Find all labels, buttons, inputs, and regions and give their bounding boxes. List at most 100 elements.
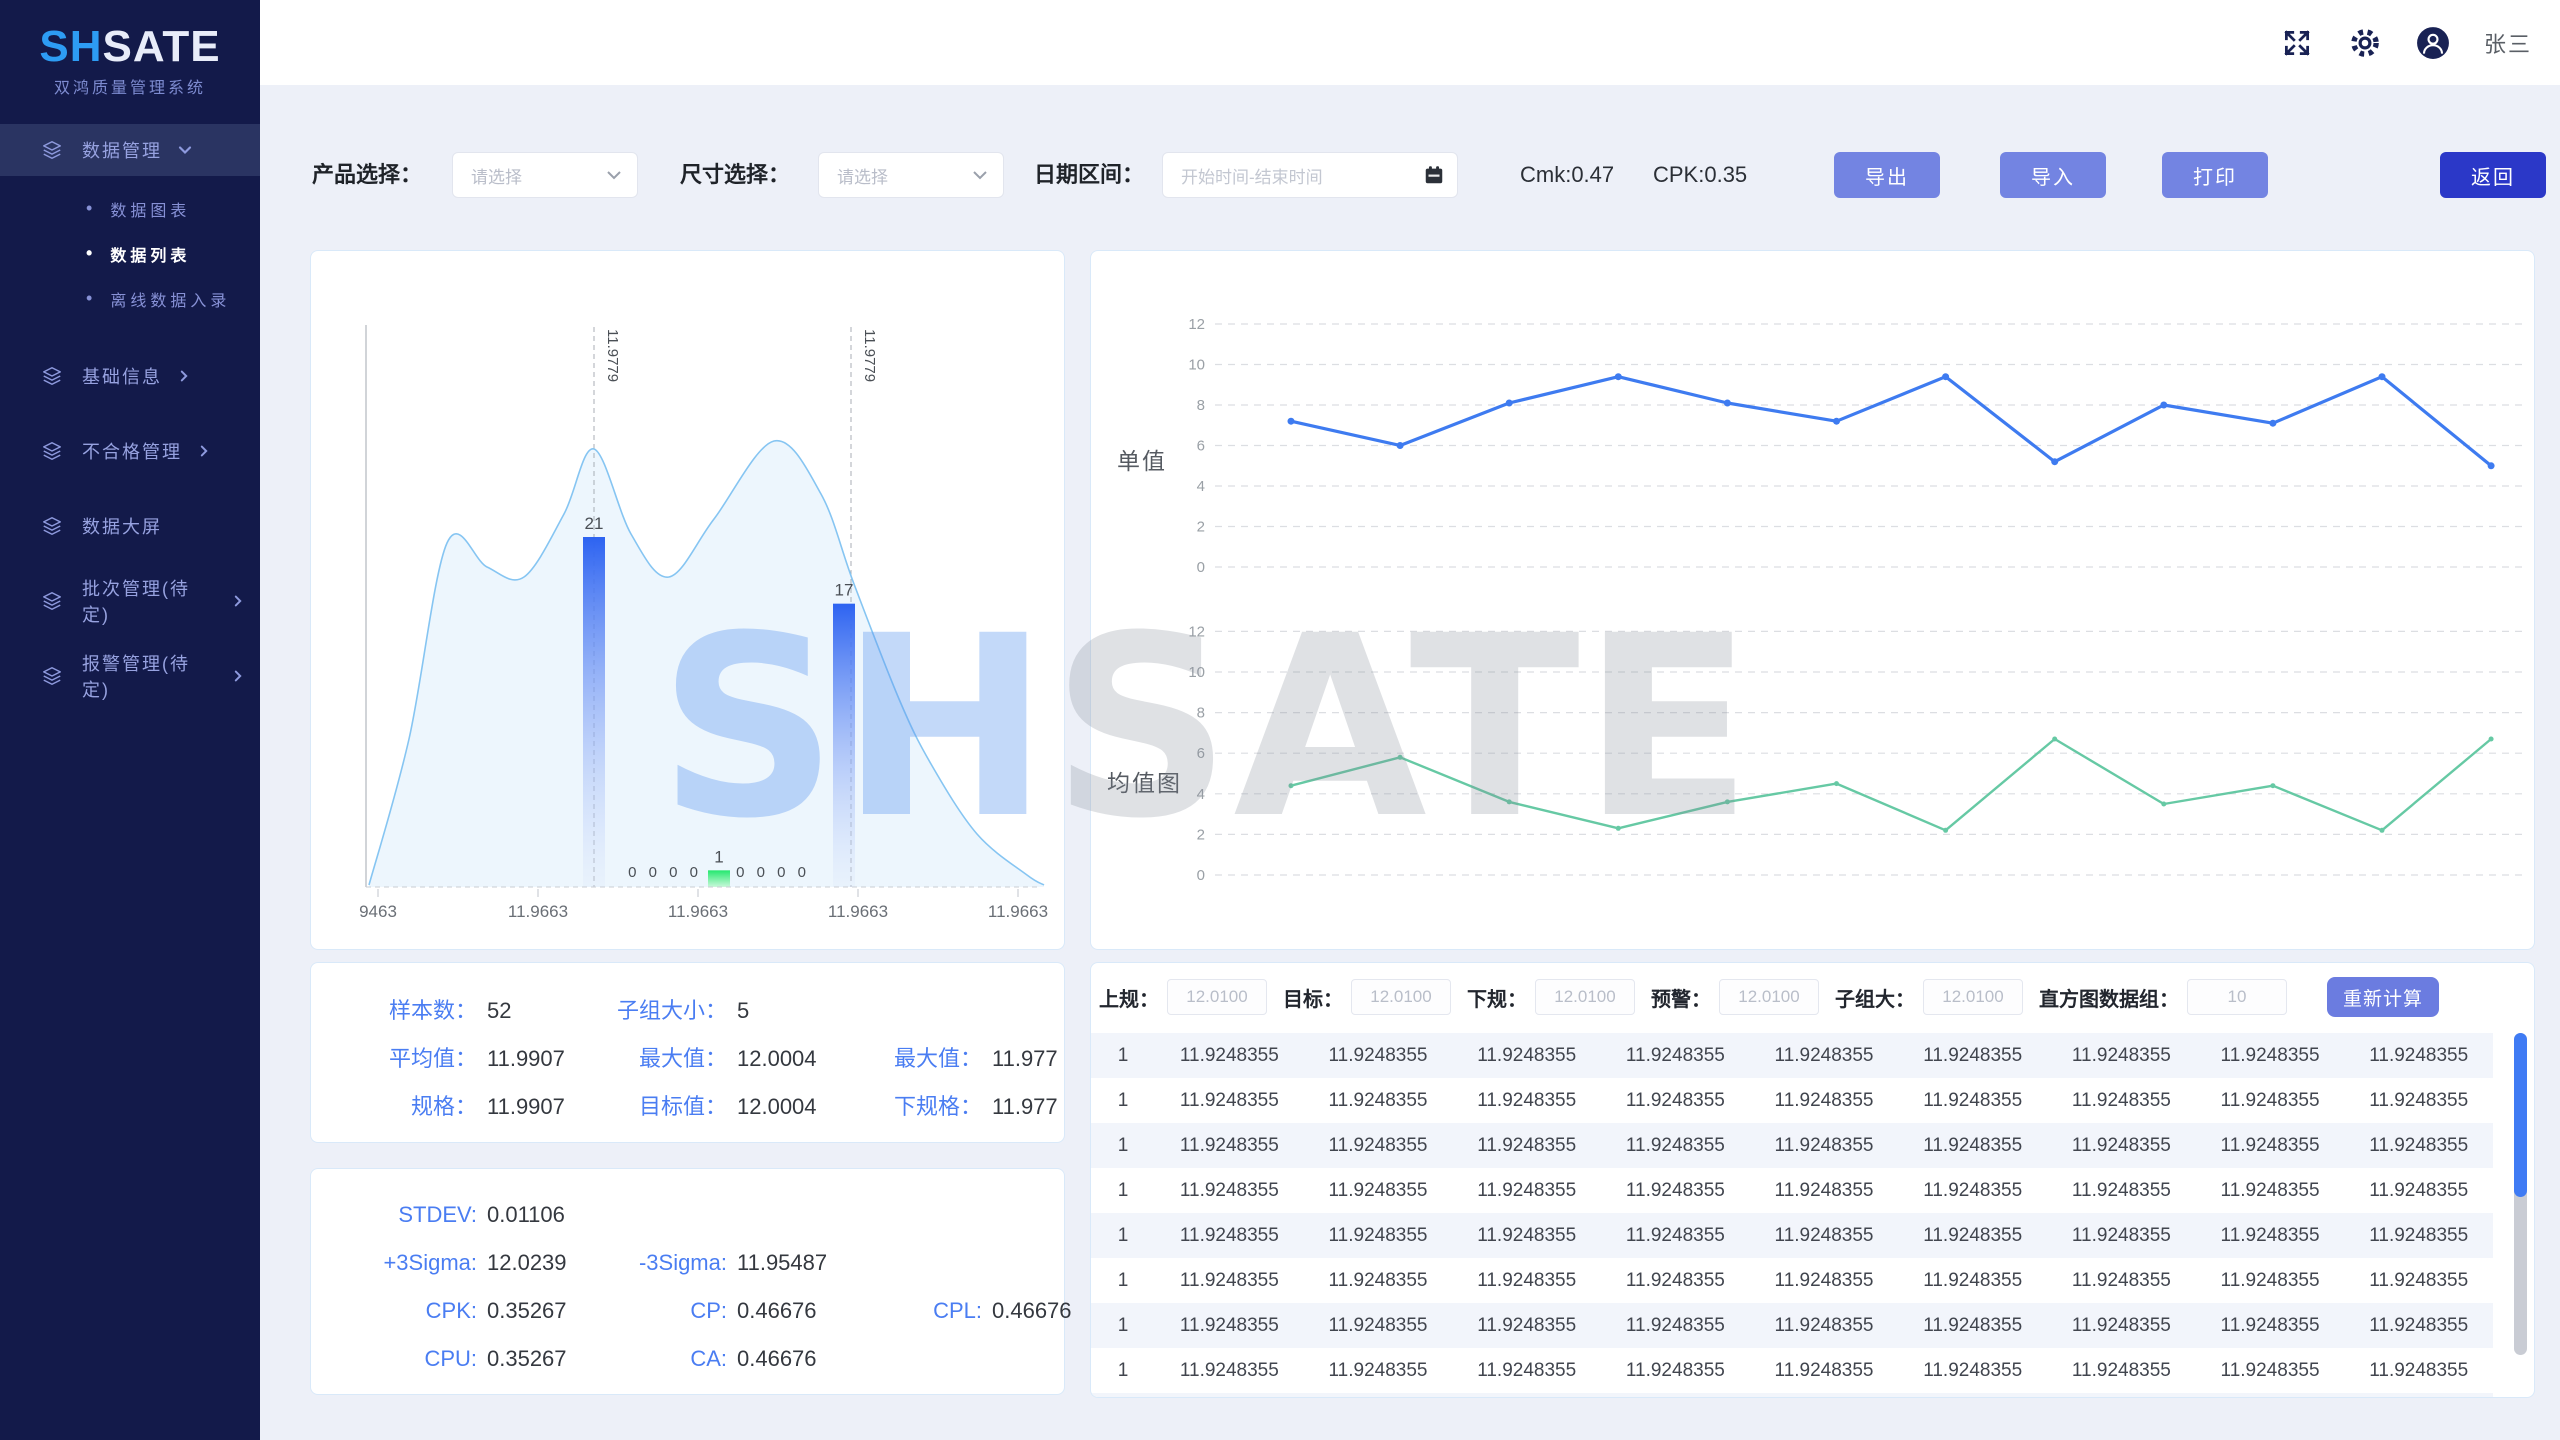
import-button[interactable]: 导入	[2000, 152, 2106, 198]
cmk-value: Cmk:0.47	[1520, 152, 1614, 198]
value-cell: 11.9248355	[2344, 1180, 2493, 1202]
value-cell: 11.9248355	[1452, 1090, 1601, 1112]
value-cell: 11.9248355	[1304, 1360, 1453, 1382]
sidebar-item-label: 不合格管理	[82, 438, 182, 464]
value-cell: 11.9248355	[2196, 1180, 2345, 1202]
value-cell: 11.9248355	[1452, 1180, 1601, 1202]
size-select-placeholder: 请选择	[837, 163, 888, 188]
value-cell: 11.9248355	[1898, 1045, 2047, 1067]
spec-field-input-2[interactable]	[1535, 979, 1635, 1015]
export-button[interactable]: 导出	[1834, 152, 1940, 198]
avatar[interactable]	[2416, 26, 2450, 60]
value-cell: 11.9248355	[2047, 1090, 2196, 1112]
stats-summary-cell: 样本数：52	[345, 993, 595, 1025]
sidebar-subitem-1[interactable]: •数据列表	[0, 231, 260, 276]
value-cell: 11.9248355	[1452, 1225, 1601, 1247]
value-cell: 11.9248355	[2196, 1360, 2345, 1382]
app-root: SHSATE 双鸿质量管理系统 数据管理•数据图表•数据列表•离线数据入录基础信…	[0, 0, 2560, 1440]
capability-cell: CP:0.46676	[595, 1298, 850, 1324]
table-row[interactable]: 111.924835511.924835511.924835511.924835…	[1091, 1258, 2493, 1303]
control-charts-panel: 121086420单值121086420均值图	[1090, 250, 2535, 950]
table-row[interactable]: 111.924835511.924835511.924835511.924835…	[1091, 1348, 2493, 1393]
table-scrollbar-track[interactable]	[2514, 1033, 2527, 1355]
sidebar-item-0[interactable]: 数据管理	[0, 124, 260, 176]
value-cell: 11.9248355	[1452, 1135, 1601, 1157]
spec-field-input-1[interactable]	[1351, 979, 1451, 1015]
svg-text:21: 21	[585, 514, 604, 533]
value-cell: 11.9248355	[2196, 1225, 2345, 1247]
table-row[interactable]: 111.924835511.924835511.924835511.924835…	[1091, 1213, 2493, 1258]
stats-summary-cell: 平均值：11.9907	[345, 1041, 595, 1073]
sidebar-item-5[interactable]: 报警管理(待定)	[0, 650, 260, 702]
row-index-cell: 1	[1091, 1045, 1155, 1067]
spec-field-input-4[interactable]	[1923, 979, 2023, 1015]
value-cell: 11.9248355	[1898, 1135, 2047, 1157]
value-cell: 11.9248355	[1601, 1315, 1750, 1337]
stat-value: 11.977	[992, 1094, 1058, 1119]
value-cell: 11.9248355	[2047, 1180, 2196, 1202]
date-range-label: 日期区间：	[1034, 152, 1144, 198]
product-select[interactable]: 请选择	[452, 152, 638, 198]
fullscreen-icon[interactable]	[2280, 26, 2314, 60]
spec-field-input-3[interactable]	[1719, 979, 1819, 1015]
sidebar-item-label: 数据管理	[82, 137, 162, 163]
bullet-icon: •	[86, 288, 96, 309]
table-row[interactable]: 111.924835511.924835511.924835511.924835…	[1091, 1393, 2493, 1398]
size-select[interactable]: 请选择	[818, 152, 1004, 198]
spec-table-panel: 上规：目标：下规：预警：子组大：直方图数据组：重新计算 111.92483551…	[1090, 962, 2535, 1398]
svg-text:12: 12	[1188, 623, 1205, 640]
spec-field-input-0[interactable]	[1167, 979, 1267, 1015]
value-cell: 11.9248355	[1750, 1270, 1899, 1292]
value-cell: 11.9248355	[1452, 1045, 1601, 1067]
sidebar: SHSATE 双鸿质量管理系统 数据管理•数据图表•数据列表•离线数据入录基础信…	[0, 0, 260, 1440]
back-button[interactable]: 返回	[2440, 152, 2546, 198]
spec-field-label-2: 下规：	[1467, 983, 1527, 1012]
table-scrollbar-thumb[interactable]	[2514, 1033, 2527, 1197]
date-range-input[interactable]: 开始时间-结束时间	[1162, 152, 1458, 198]
value-cell: 11.9248355	[1898, 1180, 2047, 1202]
layers-icon	[40, 440, 64, 462]
svg-text:12: 12	[1188, 316, 1205, 333]
recalculate-button[interactable]: 重新计算	[2327, 977, 2439, 1017]
sidebar-item-label: 批次管理(待定)	[82, 575, 216, 627]
sidebar-item-label: 数据大屏	[82, 513, 162, 539]
capability-cell: CPL:0.46676	[850, 1298, 1072, 1324]
layers-icon	[40, 515, 64, 537]
value-cell: 11.9248355	[2047, 1135, 2196, 1157]
table-row[interactable]: 111.924835511.924835511.924835511.924835…	[1091, 1078, 2493, 1123]
top-header: 张三	[260, 0, 2560, 85]
capability-row: +3Sigma:12.0239-3Sigma:11.95487	[345, 1239, 1064, 1287]
gear-icon[interactable]	[2348, 26, 2382, 60]
table-row[interactable]: 111.924835511.924835511.924835511.924835…	[1091, 1168, 2493, 1213]
sidebar-subitem-2[interactable]: •离线数据入录	[0, 276, 260, 321]
brand-subtitle: 双鸿质量管理系统	[0, 74, 260, 98]
sidebar-item-4[interactable]: 批次管理(待定)	[0, 575, 260, 627]
sidebar-item-3[interactable]: 数据大屏	[0, 500, 260, 552]
row-index-cell: 1	[1091, 1225, 1155, 1247]
value-cell: 11.9248355	[1601, 1270, 1750, 1292]
stat-label: CPU:	[345, 1346, 477, 1372]
value-cell: 11.9248355	[1601, 1135, 1750, 1157]
row-index-cell: 1	[1091, 1270, 1155, 1292]
sidebar-subitem-0[interactable]: •数据图表	[0, 186, 260, 231]
table-row[interactable]: 111.924835511.924835511.924835511.924835…	[1091, 1033, 2493, 1078]
stat-label: 样本数：	[345, 993, 477, 1025]
chevron-right-icon	[176, 368, 192, 384]
svg-text:0 0 0 0: 0 0 0 0	[736, 864, 810, 881]
table-row[interactable]: 111.924835511.924835511.924835511.924835…	[1091, 1303, 2493, 1348]
stats-summary-cell: 规格：11.9907	[345, 1089, 595, 1121]
value-cell: 11.9248355	[2047, 1270, 2196, 1292]
product-select-label: 产品选择：	[312, 152, 422, 198]
chevron-down-icon	[971, 166, 989, 184]
stats-summary-cell: 最大值：11.977	[850, 1041, 1064, 1073]
spec-field-input-5[interactable]	[2187, 979, 2287, 1015]
size-select-label: 尺寸选择：	[680, 152, 790, 198]
svg-text:11.9779: 11.9779	[604, 329, 621, 382]
value-cell: 11.9248355	[1304, 1270, 1453, 1292]
sidebar-item-1[interactable]: 基础信息	[0, 350, 260, 402]
table-row[interactable]: 111.924835511.924835511.924835511.924835…	[1091, 1123, 2493, 1168]
stat-value: 12.0004	[737, 1094, 817, 1119]
sidebar-item-2[interactable]: 不合格管理	[0, 425, 260, 477]
print-button[interactable]: 打印	[2162, 152, 2268, 198]
username-label[interactable]: 张三	[2484, 27, 2532, 59]
